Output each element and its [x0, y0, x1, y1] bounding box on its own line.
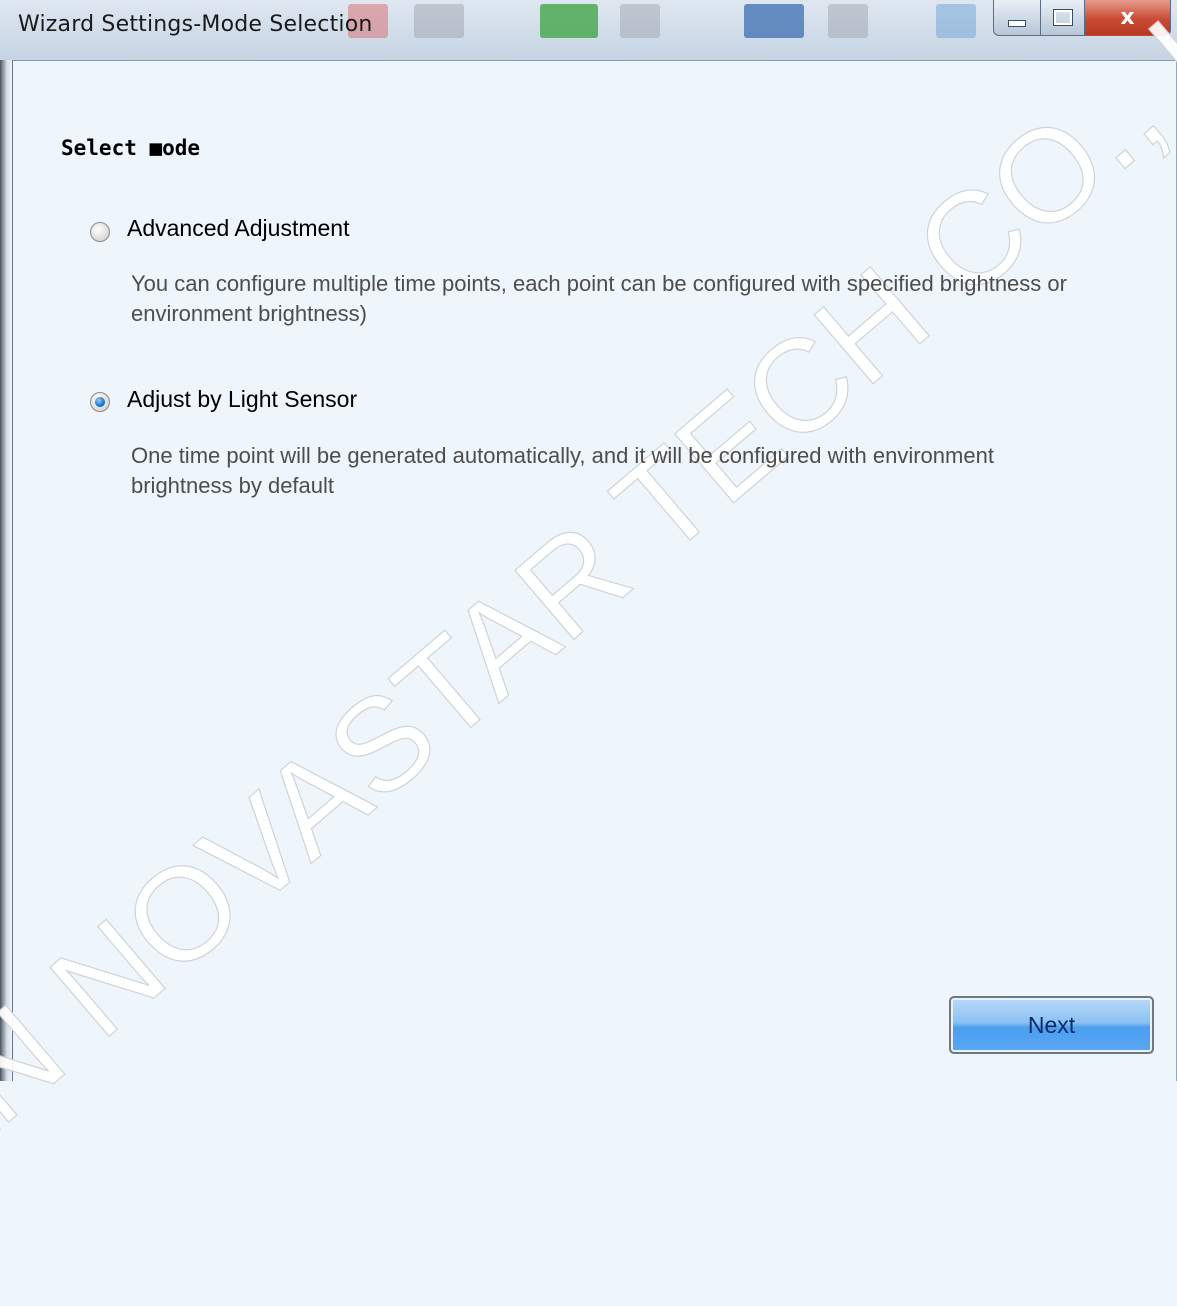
close-button[interactable]: x [1085, 0, 1171, 36]
window-edge [0, 60, 12, 1081]
option-label-adjust-by-light-sensor[interactable]: Adjust by Light Sensor [127, 386, 357, 413]
title-bar: Wizard Settings-Mode Selection x [0, 0, 1177, 61]
minimize-icon [1008, 20, 1026, 27]
window-title: Wizard Settings-Mode Selection [18, 12, 373, 37]
radio-advanced-adjustment[interactable] [90, 222, 110, 242]
minimize-button[interactable] [993, 0, 1041, 36]
close-icon: x [1120, 5, 1135, 30]
option-description-advanced-adjustment: You can configure multiple time points, … [131, 271, 1067, 326]
section-title: Select ■ode [61, 136, 201, 160]
option-label-advanced-adjustment[interactable]: Advanced Adjustment [127, 215, 349, 242]
radio-adjust-by-light-sensor[interactable] [90, 392, 110, 412]
maximize-button[interactable] [1041, 0, 1085, 36]
background-artifact [540, 4, 598, 38]
window-controls: x [993, 0, 1171, 38]
background-artifact [828, 4, 868, 38]
background-artifact [620, 4, 660, 38]
background-artifact [936, 4, 976, 38]
option-description-adjust-by-light-sensor: One time point will be generated automat… [131, 443, 994, 498]
next-button[interactable]: Next [949, 996, 1154, 1054]
background-artifact [744, 4, 804, 38]
content-panel [12, 60, 1177, 1081]
maximize-icon [1053, 10, 1072, 25]
background-artifact [414, 4, 464, 38]
